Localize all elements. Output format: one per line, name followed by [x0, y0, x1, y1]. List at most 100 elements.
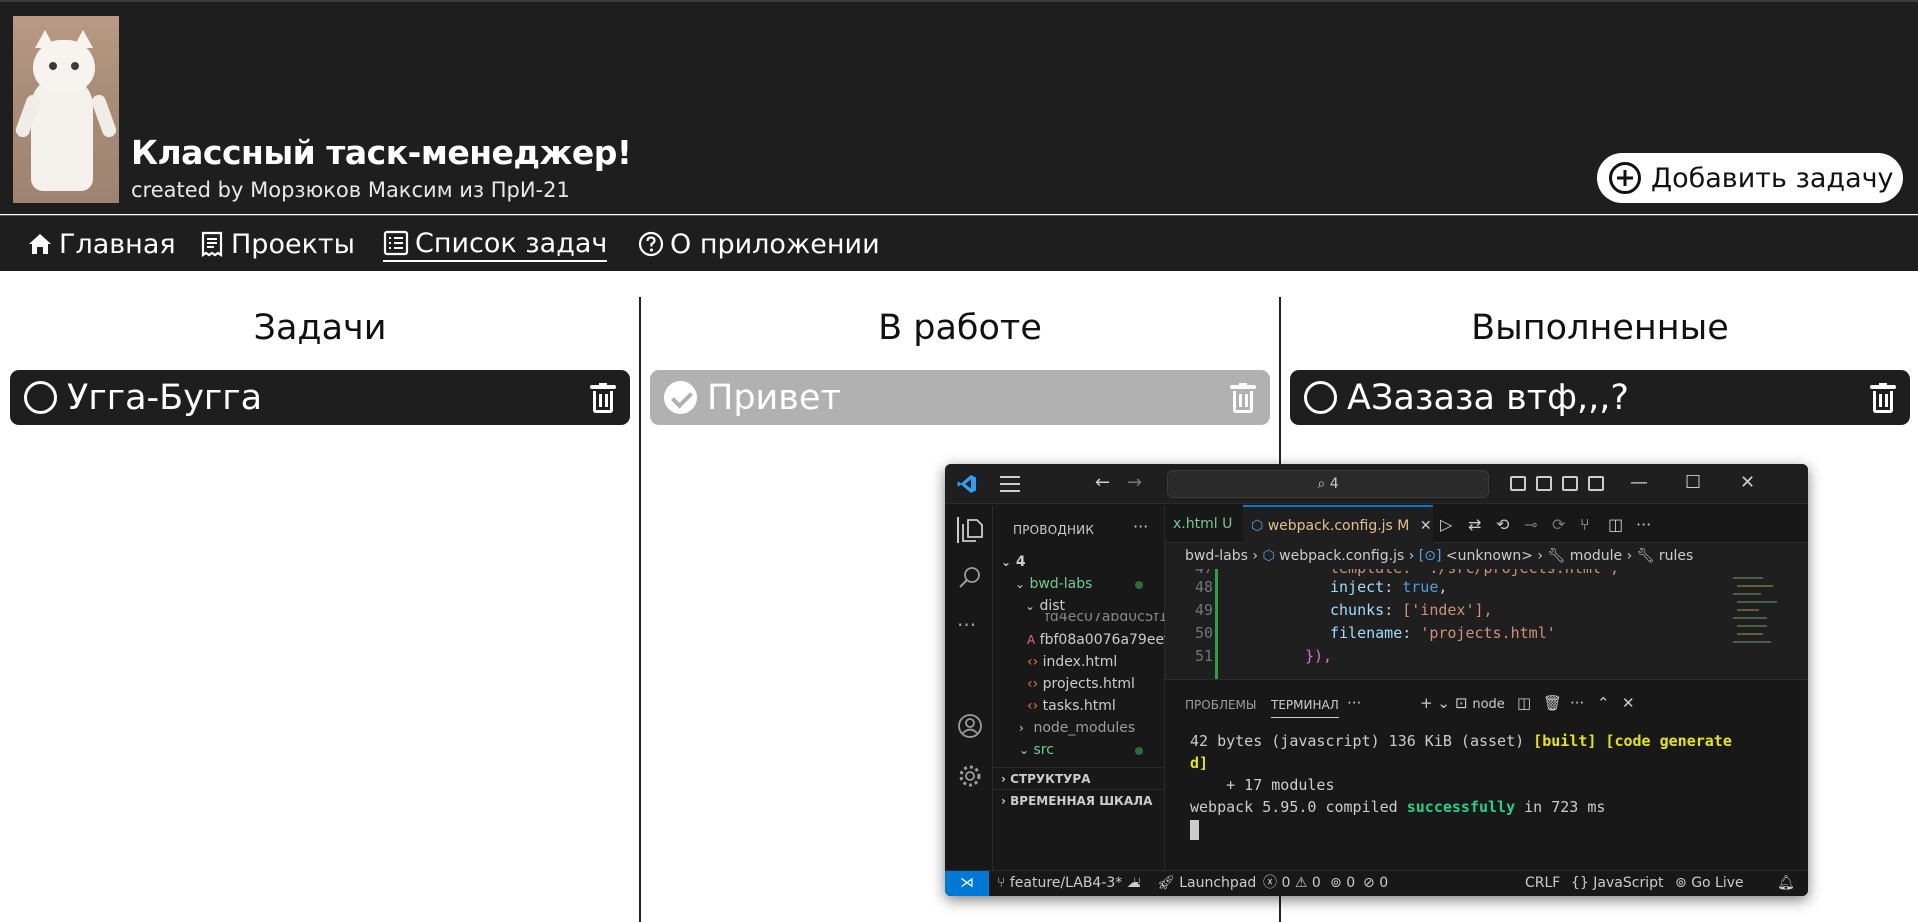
more-actions-icon[interactable]: ···	[1636, 515, 1654, 534]
run-icon[interactable]: ▷	[1440, 515, 1458, 534]
js-config-icon: ⬡	[1251, 518, 1264, 534]
account-icon[interactable]	[957, 713, 983, 739]
html-file-icon: ‹›	[1027, 698, 1039, 714]
close-tab-icon[interactable]: ✕	[1420, 518, 1432, 534]
object-icon: [⊙]	[1418, 548, 1442, 564]
new-terminal-icon[interactable]: + ⌄	[1420, 694, 1450, 712]
hamburger-menu-icon[interactable]	[1000, 476, 1020, 492]
previous-change-icon[interactable]: ⊸	[1524, 515, 1542, 534]
terminal-selector[interactable]: ⊡ node	[1455, 694, 1505, 712]
tree-folder[interactable]: › node_modules	[993, 717, 1165, 739]
breadcrumb-item[interactable]: rules	[1659, 548, 1693, 564]
outline-section[interactable]: › СТРУКТУРА	[993, 767, 1165, 789]
task-name: АЗазаза втф,,,?	[1347, 377, 1629, 418]
forward-arrow-icon[interactable]: →	[1127, 472, 1142, 493]
vscode-logo-icon	[957, 474, 977, 494]
task-name: Привет	[707, 377, 841, 418]
code-editor[interactable]: 47template: './src/projects.html', 48inj…	[1165, 569, 1808, 679]
check-circle-icon[interactable]	[664, 381, 697, 414]
eol-status[interactable]: CRLF	[1525, 871, 1560, 895]
breadcrumb-item[interactable]: module	[1570, 548, 1622, 564]
more-icon[interactable]: ···	[957, 613, 983, 639]
nav-item-projects[interactable]: Проекты	[199, 226, 355, 262]
tree-root[interactable]: ⌄ 4	[993, 551, 1165, 573]
maximize-icon[interactable]: ☐	[1685, 472, 1701, 493]
back-arrow-icon[interactable]: ←	[1095, 472, 1110, 493]
info-status[interactable]: ⊚ 0	[1330, 871, 1355, 895]
git-graph-icon[interactable]: ⑂	[1133, 871, 1141, 895]
git-graph-icon[interactable]: ⑂	[1580, 515, 1598, 534]
trash-icon[interactable]	[1870, 382, 1896, 413]
chevron-down-icon: ⌄	[1019, 743, 1030, 757]
maximize-panel-icon[interactable]: ⌃	[1597, 694, 1610, 712]
breadcrumb-item[interactable]: webpack.config.js	[1279, 548, 1404, 564]
explorer-panel: ПРОВОДНИК ··· ⌄ 4 ⌄ bwd-labs ⌄ dist fd4e…	[993, 505, 1181, 870]
nav-item-tasks[interactable]: Список задач	[383, 226, 608, 262]
ports-status[interactable]: ⊘ 0	[1363, 871, 1388, 895]
next-change-icon[interactable]: ⟳	[1552, 515, 1570, 534]
split-terminal-icon[interactable]: ◫	[1517, 694, 1531, 712]
golive-status[interactable]: ⊚ Go Live	[1675, 871, 1744, 895]
more-icon[interactable]: ···	[1347, 694, 1361, 712]
tree-file[interactable]: A fbf08a0076a79eef...	[993, 629, 1181, 651]
toggle-sidebar-icon[interactable]	[1510, 476, 1526, 491]
open-changes-icon[interactable]: ⟲	[1496, 515, 1514, 534]
language-status[interactable]: {} JavaScript	[1571, 871, 1663, 895]
circle-checkbox-icon[interactable]	[1304, 381, 1337, 414]
more-actions-icon[interactable]: ···	[1570, 694, 1584, 712]
add-task-label: Добавить задачу	[1651, 162, 1894, 194]
minimize-icon[interactable]: —	[1630, 472, 1648, 493]
terminal-output[interactable]: 42 bytes (javascript) 136 KiB (asset) [b…	[1190, 730, 1732, 840]
problems-status[interactable]: ⓧ 0 ⚠ 0	[1263, 871, 1321, 895]
task-name: Угга-Бугга	[67, 377, 263, 418]
toggle-secondary-sidebar-icon[interactable]	[1562, 476, 1578, 491]
command-center-search[interactable]: ⌕ 4	[1167, 470, 1489, 498]
gear-icon[interactable]	[957, 763, 983, 789]
circle-checkbox-icon[interactable]	[24, 381, 57, 414]
task-card[interactable]: Привет	[650, 370, 1270, 425]
close-panel-icon[interactable]: ✕	[1622, 694, 1635, 712]
trash-icon[interactable]: 🗑︎	[1543, 694, 1562, 712]
search-icon[interactable]	[957, 565, 983, 591]
tree-file[interactable]: ‹› index.html	[993, 651, 1165, 673]
customize-layout-icon[interactable]	[1588, 476, 1604, 491]
nav-item-about[interactable]: О приложении	[638, 226, 880, 262]
chevron-down-icon: ⌄	[1015, 577, 1026, 591]
tab-webpack-config[interactable]: ⬡ webpack.config.js M ✕	[1243, 505, 1433, 543]
task-card[interactable]: АЗазаза втф,,,?	[1290, 370, 1910, 425]
breadcrumb-item[interactable]: <unknown>	[1446, 548, 1533, 564]
app-title: Классный таск-менеджер!	[131, 133, 632, 172]
tab-problems[interactable]: ПРОБЛЕМЫ	[1185, 698, 1256, 712]
remote-icon[interactable]: ⋊	[945, 871, 989, 896]
tree-folder[interactable]: ⌄ bwd-labs	[993, 573, 1165, 595]
ports-icon: ⊘	[1363, 875, 1375, 891]
close-icon[interactable]: ✕	[1740, 472, 1755, 493]
bell-icon[interactable]: 🔔︎	[1777, 871, 1795, 895]
broadcast-icon: ⊚	[1330, 875, 1342, 891]
toggle-panel-icon[interactable]	[1536, 476, 1552, 491]
more-actions-icon[interactable]: ···	[1133, 517, 1148, 536]
compare-changes-icon[interactable]: ⇄	[1468, 515, 1486, 534]
split-editor-icon[interactable]: ◫	[1608, 515, 1626, 534]
tab-terminal[interactable]: ТЕРМИНАЛ	[1271, 698, 1339, 718]
explorer-icon[interactable]	[957, 517, 983, 543]
task-card[interactable]: Угга-Бугга	[10, 370, 630, 425]
html-file-icon: ‹›	[1027, 654, 1039, 670]
column-title-todo: Задачи	[253, 308, 387, 348]
tab-index-html[interactable]: x.html U	[1165, 505, 1240, 543]
minimap[interactable]	[1725, 569, 1785, 679]
tree-folder[interactable]: ⌄ src	[993, 739, 1165, 761]
nav-item-home[interactable]: Главная	[27, 226, 176, 262]
branch-status[interactable]: ⑂ feature/LAB4-3* ☁	[997, 871, 1141, 895]
add-task-button[interactable]: Добавить задачу	[1597, 153, 1903, 203]
tree-file[interactable]: ‹› tasks.html	[993, 695, 1165, 717]
tree-file[interactable]: fd4ec07abd0c5f1c3...	[993, 613, 1165, 623]
timeline-section[interactable]: › ВРЕМЕННАЯ ШКАЛА	[993, 789, 1165, 811]
tree-file[interactable]: ‹› projects.html	[993, 673, 1165, 695]
trash-icon[interactable]	[1230, 382, 1256, 413]
breadcrumb-item[interactable]: bwd-labs	[1185, 548, 1248, 564]
wrench-icon: 🔧︎	[1547, 548, 1566, 564]
trash-icon[interactable]	[590, 382, 616, 413]
launchpad-status[interactable]: 🚀︎ Launchpad	[1157, 871, 1256, 895]
editor-area: x.html U ⬡ webpack.config.js M ✕ ▷ ⇄ ⟲ ⊸…	[1165, 505, 1808, 870]
